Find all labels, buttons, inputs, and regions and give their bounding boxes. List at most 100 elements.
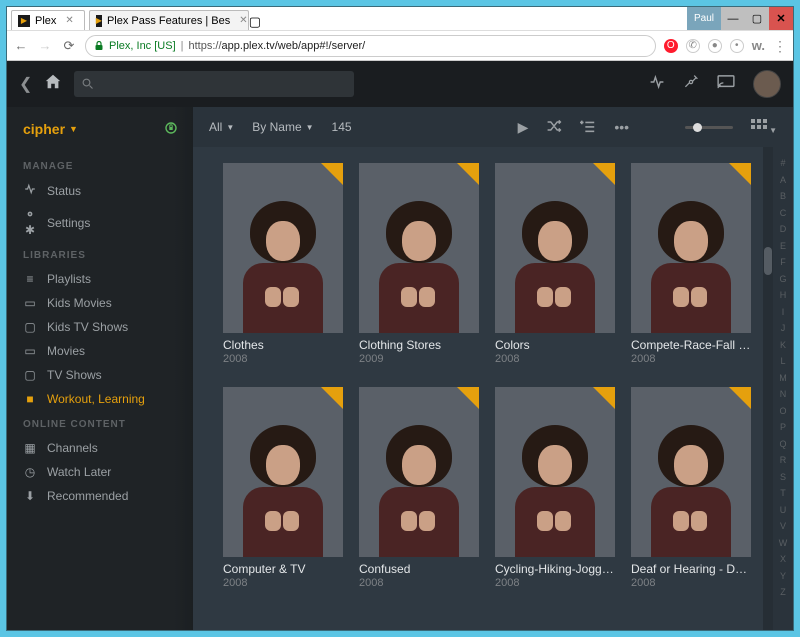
shuffle-button[interactable] — [546, 119, 562, 136]
alpha-letter[interactable]: X — [780, 551, 786, 568]
library-toolbar: All ▼ By Name ▼ 145 ▶ ••• — [193, 107, 793, 147]
media-poster[interactable]: Compete-Race-Fall B...2008 — [631, 163, 751, 365]
sidebar-section-header: MANAGE — [7, 153, 193, 178]
activity-icon[interactable] — [649, 74, 665, 95]
view-mode-button[interactable]: ▼ — [751, 119, 777, 136]
reload-button[interactable]: ⟳ — [61, 38, 77, 54]
alpha-letter[interactable]: # — [780, 155, 785, 172]
browser-tab-plex[interactable]: ▶ Plex ✕ — [11, 10, 85, 30]
poster-title: Clothing Stores — [359, 338, 479, 352]
alpha-letter[interactable]: W — [779, 535, 788, 552]
alpha-letter[interactable]: K — [780, 337, 786, 354]
media-poster[interactable]: Clothes2008 — [223, 163, 343, 365]
zoom-slider[interactable] — [685, 126, 733, 129]
media-poster[interactable]: Colors2008 — [495, 163, 615, 365]
media-poster[interactable]: Deaf or Hearing - Do ...2008 — [631, 387, 751, 589]
sidebar-item-kids-movies[interactable]: ▭Kids Movies — [7, 291, 193, 315]
user-badge[interactable]: Paul — [687, 7, 721, 30]
alpha-letter[interactable]: Q — [779, 436, 786, 453]
extension-icon[interactable]: ✆ — [686, 39, 700, 53]
unwatched-corner-icon — [593, 387, 615, 409]
alpha-letter[interactable]: M — [779, 370, 787, 387]
new-tab-button[interactable]: ▢ — [249, 14, 261, 30]
main-content: All ▼ By Name ▼ 145 ▶ ••• — [193, 107, 793, 630]
sidebar-item-label: Kids TV Shows — [47, 320, 128, 334]
alpha-letter[interactable]: V — [780, 518, 786, 535]
alpha-letter[interactable]: H — [780, 287, 787, 304]
unwatched-corner-icon — [457, 163, 479, 185]
sidebar-item-channels[interactable]: ▦Channels — [7, 436, 193, 460]
sidebar-item-tv-shows[interactable]: ▢TV Shows — [7, 363, 193, 387]
sidebar-item-watch-later[interactable]: ◷Watch Later — [7, 460, 193, 484]
scrollbar[interactable] — [763, 147, 773, 630]
sidebar-item-kids-tv-shows[interactable]: ▢Kids TV Shows — [7, 315, 193, 339]
server-selector[interactable]: cipher ▼ — [7, 121, 193, 153]
media-poster[interactable]: Cycling-Hiking-Jogging2008 — [495, 387, 615, 589]
chrome-menu-icon[interactable]: ⋮ — [773, 39, 787, 53]
nav-back-button[interactable]: ← — [13, 38, 29, 53]
alpha-letter[interactable]: I — [782, 304, 785, 321]
alpha-letter[interactable]: L — [780, 353, 785, 370]
user-avatar[interactable] — [753, 70, 781, 98]
alpha-letter[interactable]: Y — [780, 568, 786, 585]
minimize-button[interactable]: — — [721, 7, 745, 30]
extension-icon[interactable]: w. — [752, 38, 765, 53]
alpha-letter[interactable]: B — [780, 188, 786, 205]
alpha-letter[interactable]: N — [780, 386, 787, 403]
window-controls: Paul — ▢ ✕ — [687, 7, 793, 30]
close-icon[interactable]: ✕ — [65, 15, 73, 26]
poster-year: 2009 — [359, 353, 479, 365]
unwatched-corner-icon — [321, 163, 343, 185]
tab-title: Plex — [35, 15, 56, 27]
alpha-letter[interactable]: G — [779, 271, 786, 288]
sidebar: cipher ▼ MANAGEStatus✱SettingsLIBRARIES≡… — [7, 107, 193, 630]
sidebar-item-workout-learning[interactable]: ■Workout, Learning — [7, 387, 193, 411]
sidebar-item-recommended[interactable]: ⬇Recommended — [7, 484, 193, 508]
sidebar-item-label: Watch Later — [47, 465, 111, 479]
add-to-queue-button[interactable] — [580, 119, 596, 136]
sidebar-item-movies[interactable]: ▭Movies — [7, 339, 193, 363]
media-poster[interactable]: Computer & TV2008 — [223, 387, 343, 589]
poster-thumbnail — [631, 387, 751, 557]
extension-icon[interactable]: ● — [708, 39, 722, 53]
alpha-letter[interactable]: S — [780, 469, 786, 486]
media-poster[interactable]: Clothing Stores2009 — [359, 163, 479, 365]
nav-forward-button[interactable]: → — [37, 38, 53, 53]
media-poster[interactable]: Confused2008 — [359, 387, 479, 589]
sidebar-item-status[interactable]: Status — [7, 178, 193, 203]
settings-icon[interactable] — [683, 74, 699, 95]
sidebar-section-header: LIBRARIES — [7, 242, 193, 267]
close-icon[interactable]: ✕ — [239, 15, 247, 26]
extension-icon[interactable]: • — [730, 39, 744, 53]
sidebar-item-playlists[interactable]: ≡Playlists — [7, 267, 193, 291]
alpha-letter[interactable]: P — [780, 419, 786, 436]
poster-title: Colors — [495, 338, 615, 352]
nav-back-icon[interactable]: ❮ — [19, 74, 32, 94]
alpha-letter[interactable]: E — [780, 238, 786, 255]
play-button[interactable]: ▶ — [518, 119, 529, 136]
sort-dropdown[interactable]: By Name ▼ — [252, 120, 313, 134]
unwatched-corner-icon — [729, 387, 751, 409]
extension-icon[interactable]: O — [664, 39, 678, 53]
cast-icon[interactable] — [717, 75, 735, 94]
sidebar-item-settings[interactable]: ✱Settings — [7, 203, 193, 242]
alpha-letter[interactable]: Z — [780, 584, 786, 601]
window-close-button[interactable]: ✕ — [769, 7, 793, 30]
search-input[interactable] — [74, 71, 354, 97]
tv-icon: ▢ — [23, 368, 37, 382]
filter-dropdown[interactable]: All ▼ — [209, 120, 234, 134]
alpha-letter[interactable]: U — [780, 502, 787, 519]
maximize-button[interactable]: ▢ — [745, 7, 769, 30]
alpha-letter[interactable]: A — [780, 172, 786, 189]
alpha-letter[interactable]: D — [780, 221, 787, 238]
more-options-button[interactable]: ••• — [614, 119, 629, 135]
url-field[interactable]: Plex, Inc [US] | https://app.plex.tv/web… — [85, 35, 656, 57]
alpha-letter[interactable]: R — [780, 452, 787, 469]
alpha-letter[interactable]: F — [780, 254, 786, 271]
alpha-letter[interactable]: T — [780, 485, 786, 502]
browser-tab-plexpass[interactable]: ▶ Plex Pass Features | Bes ✕ — [89, 10, 249, 30]
alpha-letter[interactable]: J — [781, 320, 786, 337]
alpha-letter[interactable]: O — [779, 403, 786, 420]
alpha-letter[interactable]: C — [780, 205, 787, 222]
home-icon[interactable] — [44, 73, 62, 96]
